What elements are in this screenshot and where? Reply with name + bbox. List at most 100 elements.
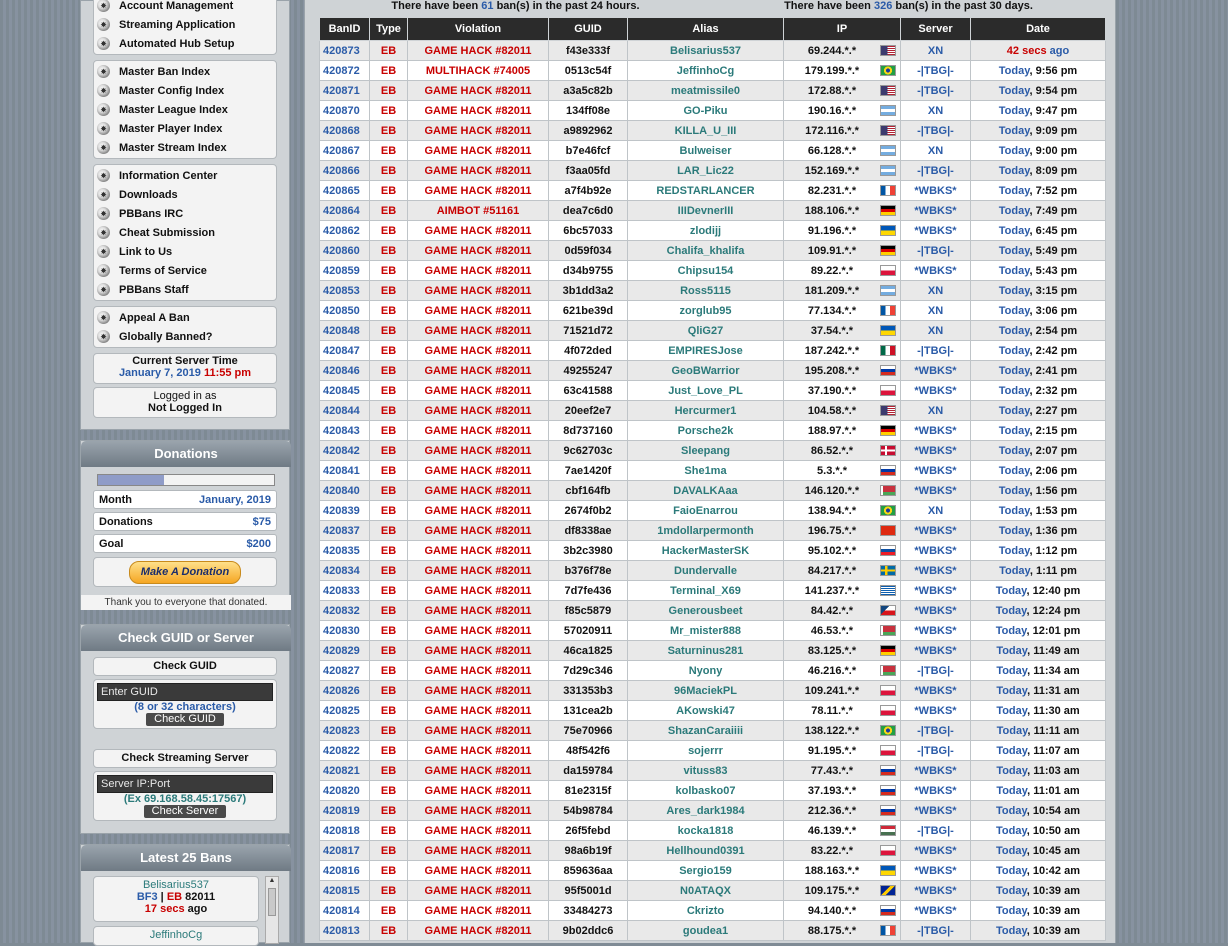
alias-link[interactable]: 96MaciekPL [627, 680, 784, 701]
table-row[interactable]: 420853 EB GAME HACK #82011 3b1dd3a2 Ross5115… [319, 280, 1106, 301]
ban-id-link[interactable]: 420871 [319, 80, 370, 101]
column-header-server[interactable]: Server [900, 17, 971, 41]
alias-link[interactable]: Dundervalle [627, 560, 784, 581]
violation-link[interactable]: GAME HACK #82011 [407, 80, 549, 101]
ban-id-link[interactable]: 420829 [319, 640, 370, 661]
alias-link[interactable]: Chipsu154 [627, 260, 784, 281]
violation-link[interactable]: AIMBOT #51161 [407, 200, 549, 221]
menu-item-label[interactable]: PBBans Staff [119, 284, 189, 296]
ban-id-link[interactable]: 420868 [319, 120, 370, 141]
alias-link[interactable]: Ares_dark1984 [627, 800, 784, 821]
guid-input[interactable]: Enter GUID [97, 683, 273, 701]
table-row[interactable]: 420829 EB GAME HACK #82011 46ca1825 Saturnin… [319, 640, 1106, 661]
table-row[interactable]: 420817 EB GAME HACK #82011 98a6b19f Hellhoun… [319, 840, 1106, 861]
ban-id-link[interactable]: 420848 [319, 320, 370, 341]
ban-id-link[interactable]: 420827 [319, 660, 370, 681]
ban-id-link[interactable]: 420839 [319, 500, 370, 521]
server-link[interactable]: XN [900, 320, 971, 341]
server-link[interactable]: *WBKS* [900, 440, 971, 461]
table-row[interactable]: 420845 EB GAME HACK #82011 63c41588 Just_Lov… [319, 380, 1106, 401]
menu-item-label[interactable]: Automated Hub Setup [119, 38, 235, 50]
table-row[interactable]: 420850 EB GAME HACK #82011 621be39d zorglub9… [319, 300, 1106, 321]
table-row[interactable]: 420866 EB GAME HACK #82011 f3aa05fd LAR_Lic2… [319, 160, 1106, 181]
violation-link[interactable]: GAME HACK #82011 [407, 480, 549, 501]
alias-link[interactable]: goudea1 [627, 920, 784, 941]
violation-link[interactable]: GAME HACK #82011 [407, 440, 549, 461]
table-row[interactable]: 420834 EB GAME HACK #82011 b376f78e Dunderva… [319, 560, 1106, 581]
table-row[interactable]: 420860 EB GAME HACK #82011 0d59f034 Chalifa_… [319, 240, 1106, 261]
alias-link[interactable]: IIIDevnerIII [627, 200, 784, 221]
ban-id-link[interactable]: 420817 [319, 840, 370, 861]
ban-id-link[interactable]: 420816 [319, 860, 370, 881]
violation-link[interactable]: GAME HACK #82011 [407, 380, 549, 401]
ban-id-link[interactable]: 420860 [319, 240, 370, 261]
ban-id-link[interactable]: 420844 [319, 400, 370, 421]
server-link[interactable]: *WBKS* [900, 480, 971, 501]
menu-item-label[interactable]: Master Stream Index [119, 142, 227, 154]
violation-link[interactable]: GAME HACK #82011 [407, 860, 549, 881]
table-row[interactable]: 420816 EB GAME HACK #82011 859636aa Sergio15… [319, 860, 1106, 881]
server-link[interactable]: XN [900, 100, 971, 121]
violation-link[interactable]: GAME HACK #82011 [407, 500, 549, 521]
menu-item-label[interactable]: Information Center [119, 170, 217, 182]
latest-bans-scrollbar[interactable]: ▲ [265, 876, 279, 944]
ban-id-link[interactable]: 420826 [319, 680, 370, 701]
violation-link[interactable]: GAME HACK #82011 [407, 880, 549, 901]
server-link[interactable]: *WBKS* [900, 780, 971, 801]
table-row[interactable]: 420846 EB GAME HACK #82011 49255247 GeoBWarr… [319, 360, 1106, 381]
alias-link[interactable]: Saturninus281 [627, 640, 784, 661]
latest-ban-alias[interactable]: Belisarius537 [94, 879, 258, 891]
alias-link[interactable]: kolbasko07 [627, 780, 784, 801]
menu-item-master-player-index[interactable]: ✸ Master Player Index [94, 119, 276, 138]
table-row[interactable]: 420814 EB GAME HACK #82011 33484273 Ckrizto 9… [319, 900, 1106, 921]
latest-ban-alias[interactable]: JeffinhoCg [94, 929, 258, 941]
ban-id-link[interactable]: 420822 [319, 740, 370, 761]
alias-link[interactable]: Ross5115 [627, 280, 784, 301]
violation-link[interactable]: GAME HACK #82011 [407, 100, 549, 121]
alias-link[interactable]: vituss83 [627, 760, 784, 781]
menu-item-label[interactable]: Master Config Index [119, 85, 224, 97]
server-link[interactable]: *WBKS* [900, 840, 971, 861]
violation-link[interactable]: GAME HACK #82011 [407, 520, 549, 541]
table-row[interactable]: 420871 EB GAME HACK #82011 a3a5c82b meatmiss… [319, 80, 1106, 101]
server-link[interactable]: *WBKS* [900, 200, 971, 221]
server-link[interactable]: *WBKS* [900, 460, 971, 481]
violation-link[interactable]: GAME HACK #82011 [407, 620, 549, 641]
violation-link[interactable]: GAME HACK #82011 [407, 580, 549, 601]
server-input[interactable]: Server IP:Port [97, 775, 273, 793]
menu-item-master-league-index[interactable]: ✸ Master League Index [94, 100, 276, 119]
column-header-type[interactable]: Type [369, 17, 408, 41]
server-link[interactable]: *WBKS* [900, 760, 971, 781]
violation-link[interactable]: GAME HACK #82011 [407, 120, 549, 141]
server-link[interactable]: *WBKS* [900, 360, 971, 381]
alias-link[interactable]: HackerMasterSK [627, 540, 784, 561]
table-row[interactable]: 420827 EB GAME HACK #82011 7d29c346 Nyony 46.… [319, 660, 1106, 681]
violation-link[interactable]: GAME HACK #82011 [407, 240, 549, 261]
alias-link[interactable]: Porsche2k [627, 420, 784, 441]
alias-link[interactable]: ShazanCaraiiii [627, 720, 784, 741]
violation-link[interactable]: MULTIHACK #74005 [407, 60, 549, 81]
violation-link[interactable]: GAME HACK #82011 [407, 360, 549, 381]
table-row[interactable]: 420822 EB GAME HACK #82011 48f542f6 sojerrr 9… [319, 740, 1106, 761]
table-row[interactable]: 420821 EB GAME HACK #82011 da159784 vituss83… [319, 760, 1106, 781]
alias-link[interactable]: Hercurmer1 [627, 400, 784, 421]
menu-item-link-to-us[interactable]: ✸ Link to Us [94, 242, 276, 261]
table-row[interactable]: 420815 EB GAME HACK #82011 95f5001d N0ATAQX 1… [319, 880, 1106, 901]
server-link[interactable]: *WBKS* [900, 860, 971, 881]
violation-link[interactable]: GAME HACK #82011 [407, 720, 549, 741]
menu-item-pbbans-irc[interactable]: ✸ PBBans IRC [94, 204, 276, 223]
server-link[interactable]: *WBKS* [900, 520, 971, 541]
menu-item-appeal-a-ban[interactable]: ✸ Appeal A Ban [94, 308, 276, 327]
menu-item-label[interactable]: Streaming Application [119, 19, 235, 31]
violation-link[interactable]: GAME HACK #82011 [407, 180, 549, 201]
alias-link[interactable]: GO-Piku [627, 100, 784, 121]
scroll-thumb[interactable] [268, 888, 276, 916]
violation-link[interactable]: GAME HACK #82011 [407, 780, 549, 801]
menu-item-streaming-application[interactable]: ✸ Streaming Application [94, 15, 276, 34]
table-row[interactable]: 420825 EB GAME HACK #82011 131cea2b AKowski4… [319, 700, 1106, 721]
menu-item-pbbans-staff[interactable]: ✸ PBBans Staff [94, 280, 276, 299]
violation-link[interactable]: GAME HACK #82011 [407, 660, 549, 681]
violation-link[interactable]: GAME HACK #82011 [407, 400, 549, 421]
server-link[interactable]: XN [900, 40, 971, 61]
server-link[interactable]: *WBKS* [900, 700, 971, 721]
